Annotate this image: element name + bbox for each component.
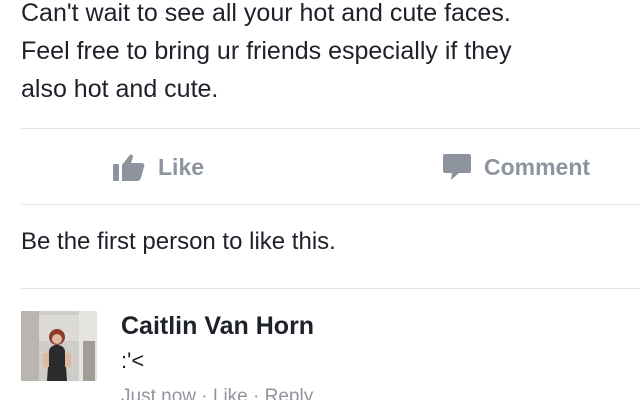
avatar[interactable] — [21, 311, 97, 381]
comment-text: :'< — [121, 348, 145, 373]
post-message-line: also hot and cute. — [21, 75, 219, 103]
post-action-bar: Like Comment — [0, 129, 640, 205]
likes-summary[interactable]: Be the first person to like this. — [21, 228, 336, 256]
comment-like-link[interactable]: Like — [213, 386, 248, 400]
comment-label: Comment — [484, 153, 591, 180]
post-message: Can't wait to see all your hot and cute … — [21, 0, 640, 108]
post-message-line: Feel free to bring ur friends especially… — [21, 37, 512, 65]
like-label: Like — [158, 153, 205, 180]
meta-separator: · — [247, 386, 265, 400]
thumbs-up-icon — [112, 152, 146, 182]
comment-item: Caitlin Van Horn :'< Just now · Like · R… — [0, 290, 640, 400]
comment-button[interactable]: Comment — [442, 149, 590, 185]
like-button[interactable]: Like — [112, 149, 204, 185]
comment-reply-link[interactable]: Reply — [265, 386, 314, 400]
divider — [21, 204, 640, 205]
post-detail-screen: Can't wait to see all your hot and cute … — [0, 0, 640, 400]
meta-separator: · — [195, 386, 213, 400]
speech-bubble-icon — [442, 153, 472, 181]
post-message-line: Can't wait to see all your hot and cute … — [21, 0, 511, 27]
divider — [21, 288, 640, 289]
comment-meta: Just now · Like · Reply — [121, 386, 313, 400]
comment-author-name[interactable]: Caitlin Van Horn — [121, 312, 314, 341]
comment-timestamp: Just now — [121, 386, 196, 400]
